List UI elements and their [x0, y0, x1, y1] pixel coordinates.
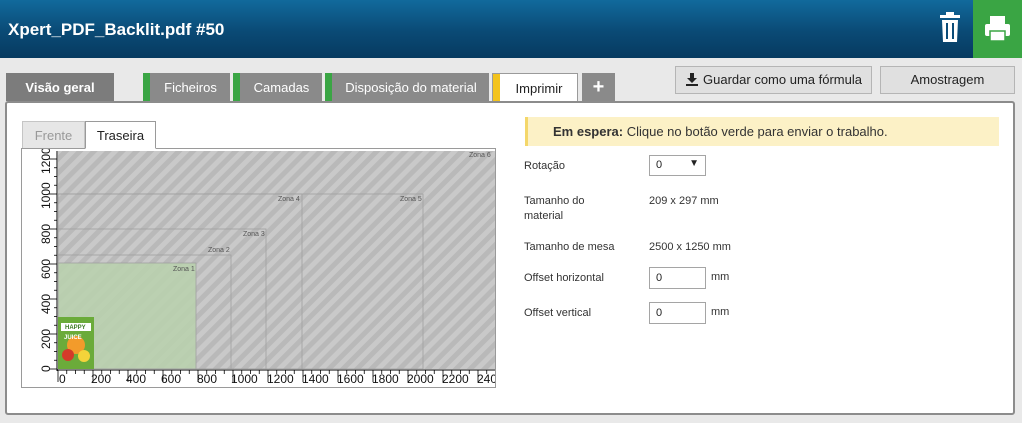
rotation-select[interactable]: 0 ▼ [649, 155, 706, 176]
x-tick-label: 400 [126, 372, 146, 386]
x-tick-label: 1200 [267, 372, 294, 386]
save-formula-button[interactable]: Guardar como uma fórmula [675, 66, 872, 94]
plus-icon: + [592, 76, 605, 98]
x-tick-label: 800 [197, 372, 217, 386]
x-tick-label: 0 [59, 372, 66, 386]
y-ruler: 0 200 400 600 800 1000 1200 [39, 149, 58, 372]
status-message: Em espera: Clique no botão verde para en… [525, 117, 999, 146]
y-tick-label: 600 [39, 259, 53, 279]
thumb-text: HAPPY [65, 325, 86, 331]
x-tick-label: 1600 [337, 372, 364, 386]
x-tick-label: 200 [91, 372, 111, 386]
download-icon [686, 73, 699, 86]
material-size-label-line: Tamanho do [524, 195, 585, 207]
material-size-label: Tamanho do material [524, 194, 585, 224]
tab-label: Camadas [253, 80, 310, 95]
x-tick-label: 1800 [372, 372, 399, 386]
y-tick-label: 1200 [39, 149, 53, 174]
tab-add[interactable]: + [582, 73, 615, 101]
table-size-value: 2500 x 1250 mm [649, 241, 731, 253]
y-tick-label: 200 [39, 329, 53, 349]
tab-label: Imprimir [515, 81, 563, 96]
x-ruler: 0 200 400 600 800 1000 1200 1400 1600 18… [57, 369, 496, 387]
status-label: Em espera: [553, 124, 624, 139]
sampling-label: Amostragem [910, 72, 985, 87]
rotation-value: 0 [656, 159, 663, 171]
x-tick-label: 600 [161, 372, 181, 386]
tab-layers[interactable]: Camadas [233, 73, 322, 101]
zone-label: Zona 1 [173, 266, 195, 273]
rotation-label: Rotação [524, 160, 565, 172]
tab-label: Ficheiros [164, 80, 217, 95]
status-bar [143, 73, 150, 101]
offset-horizontal-unit: mm [711, 271, 730, 283]
status-bar [325, 73, 332, 101]
zone-label: Zona 2 [208, 247, 230, 254]
save-formula-label: Guardar como uma fórmula [703, 72, 862, 87]
material-size-label-line: material [524, 210, 564, 222]
tab-overview[interactable]: Visão geral [6, 73, 114, 101]
preview-canvas: Zona 1 Zona 2 Zona 3 Zona 4 Zona 5 Zona … [39, 149, 496, 387]
y-tick-label: 800 [39, 224, 53, 244]
table-size-label: Tamanho de mesa [524, 241, 615, 253]
dropdown-arrow-icon: ▼ [689, 158, 699, 169]
tab-label: Visão geral [25, 80, 95, 95]
media-thumbnail: HAPPY JUICE [58, 317, 94, 369]
x-tick-label: 1000 [231, 372, 258, 386]
status-text: Clique no botão verde para enviar o trab… [626, 124, 888, 139]
trash-icon [940, 12, 960, 42]
thumb-text: JUICE [64, 335, 82, 341]
offset-vertical-unit: mm [711, 306, 730, 318]
zone-label: Zona 5 [400, 196, 422, 203]
status-bar [233, 73, 240, 101]
printer-icon [985, 16, 1010, 42]
print-button[interactable] [973, 0, 1022, 58]
tab-print[interactable]: Imprimir [492, 73, 578, 102]
sampling-button[interactable]: Amostragem [880, 66, 1015, 94]
layout-preview: Zona 1 Zona 2 Zona 3 Zona 4 Zona 5 Zona … [21, 148, 496, 388]
tab-label: Disposição do material [345, 80, 477, 95]
y-tick-label: 0 [39, 365, 53, 372]
offset-vertical-label: Offset vertical [524, 307, 592, 319]
tab-front[interactable]: Frente [22, 121, 85, 149]
job-title: Xpert_PDF_Backlit.pdf #50 [8, 20, 225, 39]
offset-horizontal-input[interactable]: 0 [649, 267, 706, 289]
y-tick-label: 1000 [39, 182, 53, 209]
status-bar [493, 74, 500, 102]
x-tick-label: 1400 [302, 372, 329, 386]
tab-back[interactable]: Traseira [85, 121, 156, 149]
offset-vertical-input[interactable]: 0 [649, 302, 706, 324]
offset-horizontal-label: Offset horizontal [524, 272, 604, 284]
material-size-value: 209 x 297 mm [649, 195, 719, 207]
zone-label: Zona 3 [243, 231, 265, 238]
zone-label: Zona 6 [469, 152, 491, 159]
app-header: Xpert_PDF_Backlit.pdf #50 [0, 0, 1022, 58]
delete-button[interactable] [930, 10, 970, 46]
zone-label: Zona 4 [278, 196, 300, 203]
tab-material-layout[interactable]: Disposição do material [325, 73, 489, 101]
tab-files[interactable]: Ficheiros [143, 73, 230, 101]
y-tick-label: 400 [39, 294, 53, 314]
x-tick-label: 2200 [442, 372, 469, 386]
x-tick-label: 2000 [407, 372, 434, 386]
x-tick-label: 240 [477, 372, 496, 386]
tab-back-label: Traseira [96, 128, 145, 143]
tab-front-label: Frente [34, 128, 73, 143]
